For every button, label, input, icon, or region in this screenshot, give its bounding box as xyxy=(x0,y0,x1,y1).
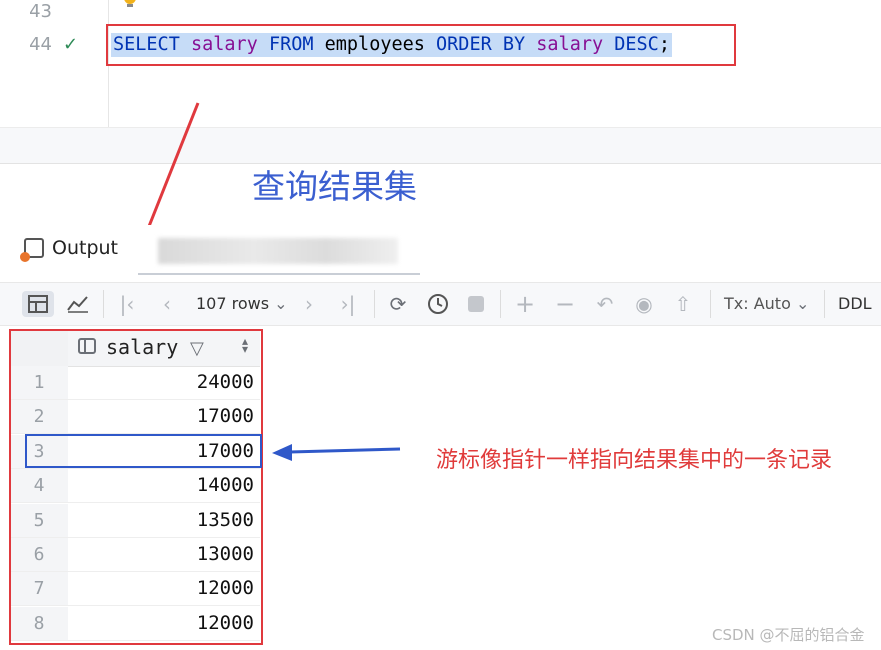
tab-output-label: Output xyxy=(52,237,118,259)
blue-arrow-line xyxy=(289,447,401,454)
cursor-caption: 游标像指针一样指向结果集中的一条记录 xyxy=(436,448,833,473)
stop-icon[interactable] xyxy=(464,291,488,317)
blue-arrow-head xyxy=(272,444,292,461)
refresh-icon[interactable]: ⟳ xyxy=(384,291,412,317)
cursor-row-highlight-box xyxy=(25,434,262,468)
chevron-down-icon: ⌄ xyxy=(274,294,288,313)
previous-page-icon[interactable]: ‹ xyxy=(156,291,178,317)
toolbar-separator xyxy=(824,290,825,318)
status-dot-icon xyxy=(20,252,30,262)
chevron-down-icon: ⌄ xyxy=(795,294,810,313)
preview-changes-icon[interactable]: ◉ xyxy=(630,291,658,317)
submit-icon[interactable]: ⇧ xyxy=(670,291,696,317)
tab-output[interactable]: Output xyxy=(20,237,118,262)
tab-blurred-result[interactable] xyxy=(158,238,398,264)
delete-row-icon[interactable]: − xyxy=(552,290,578,318)
ddl-button[interactable]: DDL xyxy=(838,294,872,313)
table-view-icon[interactable] xyxy=(22,291,54,317)
toolbar-separator xyxy=(103,290,104,318)
result-grid-highlight-box xyxy=(9,329,263,645)
revert-icon[interactable]: ↶ xyxy=(592,291,618,317)
row-count-label: 107 rows xyxy=(196,294,270,313)
toolbar-separator xyxy=(374,290,375,318)
last-page-icon[interactable]: ›| xyxy=(336,291,360,317)
active-tab-underline xyxy=(138,273,420,275)
add-row-icon[interactable]: + xyxy=(512,290,538,318)
toolbar-separator xyxy=(500,290,501,318)
first-page-icon[interactable]: |‹ xyxy=(116,291,138,317)
row-count-dropdown[interactable]: 107 rows ⌄ xyxy=(196,294,288,313)
console-icon xyxy=(20,238,44,262)
transaction-mode-label: Tx: Auto xyxy=(724,294,791,313)
tool-window-tabs xyxy=(0,225,881,277)
clock-icon[interactable] xyxy=(424,291,452,317)
toolbar-separator xyxy=(710,290,711,318)
transaction-mode-dropdown[interactable]: Tx: Auto ⌄ xyxy=(724,294,809,313)
chart-view-icon[interactable] xyxy=(64,291,92,317)
next-page-icon[interactable]: › xyxy=(298,291,320,317)
watermark: CSDN @不屈的铝合金 xyxy=(712,626,865,644)
